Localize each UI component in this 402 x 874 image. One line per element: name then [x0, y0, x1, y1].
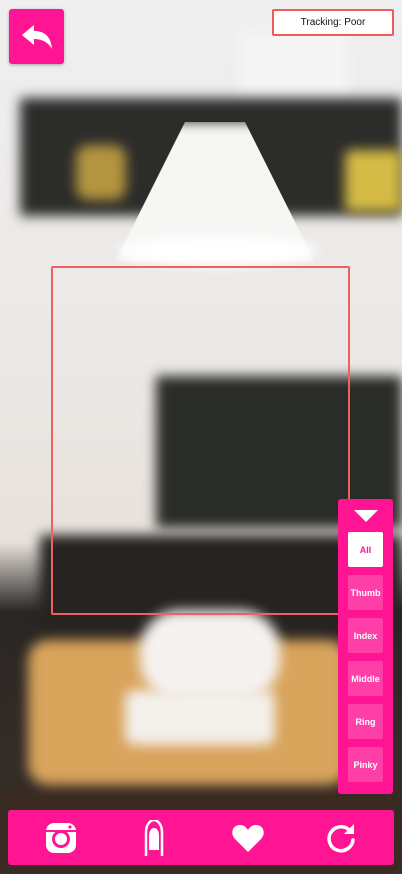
finger-option-pinky[interactable]: Pinky [348, 747, 383, 782]
share-instagram-button[interactable] [36, 810, 86, 865]
tracking-status-text: Tracking: Poor [300, 17, 366, 28]
finger-option-label: Middle [351, 673, 380, 684]
nail-finger-icon [144, 819, 164, 856]
finger-option-label: Index [353, 630, 378, 641]
finger-selector-panel: All Thumb Index Middle Ring Pinky [338, 499, 393, 794]
refresh-icon [327, 823, 355, 852]
finger-option-label: All [359, 544, 372, 555]
finger-option-all[interactable]: All [348, 532, 383, 567]
back-arrow-icon [21, 24, 52, 49]
finger-option-label: Pinky [353, 759, 378, 770]
reset-button[interactable] [316, 810, 366, 865]
instagram-icon [46, 822, 76, 853]
tracking-status-badge: Tracking: Poor [272, 9, 394, 36]
tracking-frame [51, 266, 350, 615]
nail-design-button[interactable] [129, 810, 179, 865]
bottom-toolbar [8, 810, 394, 865]
back-button[interactable] [9, 9, 64, 64]
finger-option-label: Ring [355, 716, 376, 727]
finger-option-middle[interactable]: Middle [348, 661, 383, 696]
collapse-panel-button[interactable] [338, 507, 393, 525]
heart-icon [232, 824, 264, 852]
finger-option-thumb[interactable]: Thumb [348, 575, 383, 610]
finger-option-ring[interactable]: Ring [348, 704, 383, 739]
favorite-button[interactable] [223, 810, 273, 865]
triangle-down-icon [353, 510, 378, 522]
finger-option-index[interactable]: Index [348, 618, 383, 653]
finger-option-label: Thumb [350, 587, 381, 598]
